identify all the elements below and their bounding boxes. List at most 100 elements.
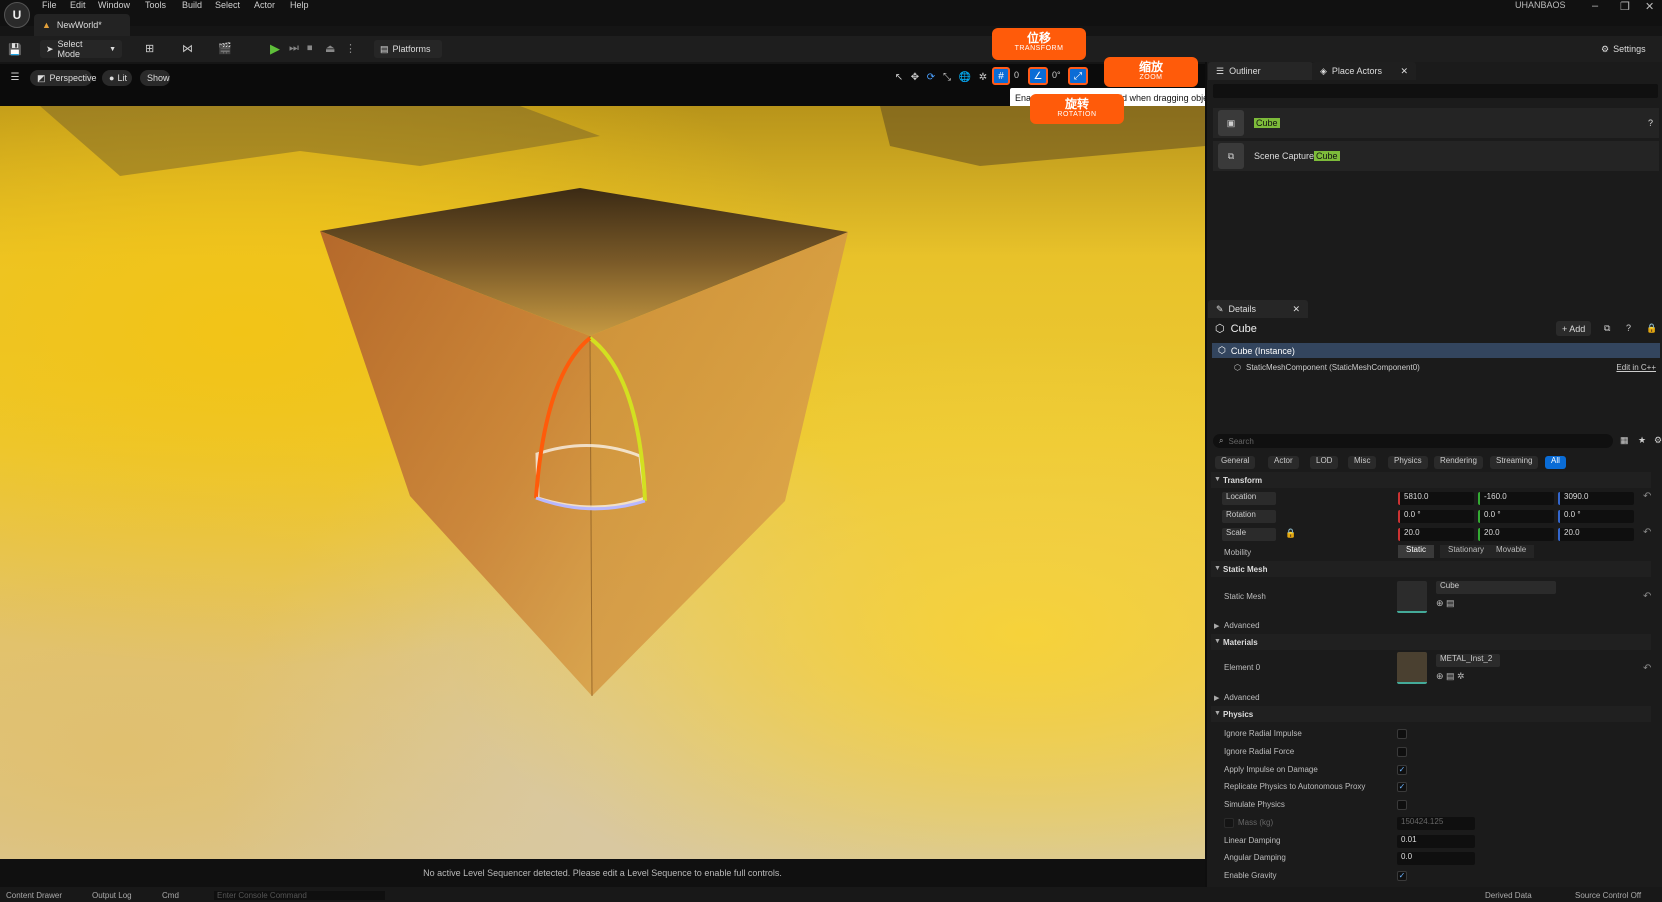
location-y-input[interactable]: -160.0 bbox=[1478, 492, 1554, 505]
blueprint-icon[interactable]: ⋈ bbox=[182, 42, 193, 55]
gear-icon[interactable]: ⚙ bbox=[1654, 435, 1662, 446]
angular-damping-input[interactable]: 0.0 bbox=[1397, 852, 1475, 865]
menu-file[interactable]: File bbox=[42, 0, 57, 10]
cinematics-icon[interactable]: 🎬 bbox=[218, 42, 232, 55]
eject-icon[interactable]: ⏏ bbox=[325, 42, 335, 55]
scale-dropdown[interactable]: Scale bbox=[1222, 528, 1276, 541]
platforms-button[interactable]: ▤ Platforms bbox=[374, 40, 442, 58]
step-icon[interactable]: ⏭ bbox=[289, 42, 299, 55]
help-icon[interactable]: ? bbox=[1626, 323, 1631, 333]
tab-details[interactable]: ✎ Details ✕ bbox=[1208, 300, 1308, 318]
save-icon[interactable]: 💾 bbox=[8, 42, 22, 56]
menu-help[interactable]: Help bbox=[290, 0, 309, 10]
output-log-button[interactable]: Output Log bbox=[92, 891, 132, 900]
rotate-tool-icon[interactable]: ⟳ bbox=[924, 70, 938, 84]
category-physics[interactable]: Physics bbox=[1388, 456, 1428, 469]
reset-icon[interactable]: ↶ bbox=[1643, 491, 1651, 502]
translate-tool-icon[interactable]: ✥ bbox=[908, 70, 922, 84]
edit-cpp-link[interactable]: Edit in C++ bbox=[1616, 363, 1656, 372]
world-space-icon[interactable]: 🌐 bbox=[958, 70, 972, 84]
static-mesh-thumbnail[interactable] bbox=[1397, 581, 1427, 613]
close-icon[interactable]: ✕ bbox=[1292, 304, 1300, 315]
level-viewport[interactable] bbox=[0, 106, 1205, 859]
mass-input[interactable]: 150424.125 bbox=[1397, 817, 1475, 830]
close-window-button[interactable]: ✕ bbox=[1645, 0, 1662, 16]
stop-icon[interactable]: ⏹ bbox=[307, 42, 313, 55]
outliner-row-cube[interactable]: ▣ Cube ? bbox=[1213, 108, 1659, 138]
menu-build[interactable]: Build bbox=[182, 0, 202, 10]
category-actor[interactable]: Actor bbox=[1268, 456, 1299, 469]
category-lod[interactable]: LOD bbox=[1310, 456, 1339, 469]
maximize-button[interactable]: ❐ bbox=[1620, 0, 1642, 16]
materials-advanced[interactable]: Advanced bbox=[1224, 693, 1260, 702]
scale-snap-icon[interactable]: ⤢ bbox=[1068, 67, 1088, 85]
table-view-icon[interactable]: ▦ bbox=[1620, 435, 1629, 446]
static-mesh-section-header[interactable]: Static Mesh bbox=[1211, 561, 1651, 577]
mobility-movable[interactable]: Movable bbox=[1488, 545, 1535, 558]
rotation-x-input[interactable]: 0.0 ° bbox=[1398, 510, 1474, 523]
ignore-radial-impulse-checkbox[interactable] bbox=[1397, 729, 1407, 739]
material-dropdown[interactable]: METAL_Inst_2 bbox=[1436, 654, 1500, 667]
rotation-dropdown[interactable]: Rotation bbox=[1222, 510, 1276, 523]
console-input[interactable]: Enter Console Command bbox=[214, 891, 385, 900]
lock-icon[interactable]: 🔒 bbox=[1646, 323, 1657, 334]
rotation-z-input[interactable]: 0.0 ° bbox=[1558, 510, 1634, 523]
document-tab[interactable]: ▲ NewWorld* bbox=[34, 14, 130, 36]
outliner-search-input[interactable] bbox=[1213, 84, 1658, 98]
outliner-row-scene-capture[interactable]: ⧉ Scene Capture Cube bbox=[1213, 141, 1659, 171]
select-mode-button[interactable]: ➤ Select Mode ▼ bbox=[40, 39, 122, 59]
menu-actor[interactable]: Actor bbox=[254, 0, 275, 10]
show-button[interactable]: Show bbox=[140, 70, 170, 86]
mobility-stationary[interactable]: Stationary bbox=[1440, 545, 1493, 558]
menu-select[interactable]: Select bbox=[215, 0, 240, 10]
derived-data-button[interactable]: Derived Data bbox=[1485, 891, 1532, 900]
add-actor-icon[interactable]: ⊞ bbox=[145, 42, 154, 55]
mobility-static[interactable]: Static bbox=[1398, 545, 1435, 558]
source-control-button[interactable]: Source Control Off bbox=[1575, 891, 1641, 900]
menu-window[interactable]: Window bbox=[98, 0, 130, 10]
rotation-y-input[interactable]: 0.0 ° bbox=[1478, 510, 1554, 523]
rotation-snap-value[interactable]: 0° bbox=[1052, 70, 1061, 80]
apply-impulse-checkbox[interactable]: ✓ bbox=[1397, 765, 1407, 775]
blueprint-icon[interactable]: ⧉ bbox=[1604, 323, 1610, 334]
close-icon[interactable]: ✕ bbox=[1400, 66, 1408, 77]
simulate-physics-checkbox[interactable] bbox=[1397, 800, 1407, 810]
surface-snap-icon[interactable]: ✲ bbox=[976, 70, 990, 84]
reset-icon[interactable]: ↶ bbox=[1643, 663, 1651, 674]
unreal-logo-icon[interactable]: U bbox=[4, 2, 30, 28]
scale-z-input[interactable]: 20.0 bbox=[1558, 528, 1634, 541]
hamburger-menu-icon[interactable]: ☰ bbox=[8, 70, 22, 84]
category-rendering[interactable]: Rendering bbox=[1434, 456, 1483, 469]
physics-section-header[interactable]: Physics bbox=[1211, 706, 1651, 722]
category-misc[interactable]: Misc bbox=[1348, 456, 1377, 469]
replicate-physics-checkbox[interactable]: ✓ bbox=[1397, 782, 1407, 792]
category-general[interactable]: General bbox=[1215, 456, 1256, 469]
static-mesh-advanced[interactable]: Advanced bbox=[1224, 621, 1260, 630]
content-drawer-button[interactable]: Content Drawer bbox=[6, 891, 62, 900]
category-streaming[interactable]: Streaming bbox=[1490, 456, 1539, 469]
reset-icon[interactable]: ↶ bbox=[1643, 527, 1651, 538]
category-all[interactable]: All bbox=[1545, 456, 1566, 469]
location-dropdown[interactable]: Location bbox=[1222, 492, 1276, 505]
cmd-selector[interactable]: Cmd bbox=[162, 891, 179, 900]
minimize-button[interactable]: – bbox=[1592, 0, 1614, 16]
static-mesh-dropdown[interactable]: Cube bbox=[1436, 581, 1556, 594]
component-row-instance[interactable]: ⬡ Cube (Instance) bbox=[1212, 343, 1660, 358]
details-search-input[interactable]: ⌕ Search bbox=[1213, 434, 1613, 448]
mass-override-checkbox[interactable] bbox=[1224, 818, 1234, 828]
reset-icon[interactable]: ↶ bbox=[1643, 591, 1651, 602]
perspective-button[interactable]: ◩ Perspective bbox=[30, 70, 97, 86]
tab-outliner[interactable]: ☰ Outliner bbox=[1208, 62, 1313, 80]
scale-y-input[interactable]: 20.0 bbox=[1478, 528, 1554, 541]
scale-x-input[interactable]: 20.0 bbox=[1398, 528, 1474, 541]
use-selected-icon[interactable]: ⊕ ▤ bbox=[1436, 598, 1455, 609]
grid-snap-icon[interactable]: # bbox=[992, 67, 1010, 85]
use-selected-icon[interactable]: ⊕ ▤ ✲ bbox=[1436, 671, 1465, 682]
scale-tool-icon[interactable]: ⤡ bbox=[940, 70, 954, 84]
settings-button[interactable]: ⚙ Settings bbox=[1595, 40, 1657, 58]
location-x-input[interactable]: 5810.0 bbox=[1398, 492, 1474, 505]
menu-tools[interactable]: Tools bbox=[145, 0, 166, 10]
help-icon[interactable]: ? bbox=[1648, 118, 1653, 128]
grid-snap-value[interactable]: 0 bbox=[1014, 70, 1019, 80]
materials-section-header[interactable]: Materials bbox=[1211, 634, 1651, 650]
